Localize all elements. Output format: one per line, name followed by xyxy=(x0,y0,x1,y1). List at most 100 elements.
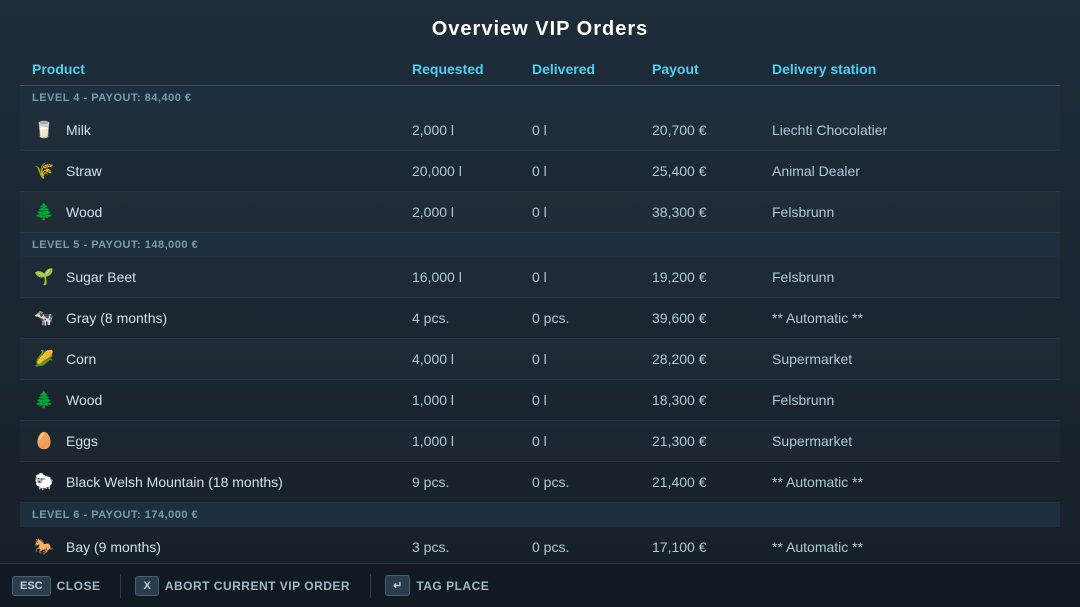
cell-requested: 9 pcs. xyxy=(412,474,532,490)
cell-delivered: 0 pcs. xyxy=(532,310,652,326)
cell-requested: 4 pcs. xyxy=(412,310,532,326)
table-row: 🥚 Eggs 1,000 l 0 l 21,300 € Supermarket xyxy=(20,421,1060,462)
cell-requested: 2,000 l xyxy=(412,122,532,138)
product-name: Straw xyxy=(66,163,102,179)
product-icon: 🌲 xyxy=(32,388,56,412)
table-row: 🐑 Black Welsh Mountain (18 months) 9 pcs… xyxy=(20,462,1060,503)
col-payout: Payout xyxy=(652,61,772,77)
product-name: Corn xyxy=(66,351,96,367)
product-cell: 🐑 Black Welsh Mountain (18 months) xyxy=(32,470,412,494)
table-row: 🥛 Milk 2,000 l 0 l 20,700 € Liechti Choc… xyxy=(20,110,1060,151)
cell-station: Animal Dealer xyxy=(772,163,1048,179)
cell-requested: 2,000 l xyxy=(412,204,532,220)
cell-requested: 1,000 l xyxy=(412,392,532,408)
product-cell: 🐄 Gray (8 months) xyxy=(32,306,412,330)
cell-station: Felsbrunn xyxy=(772,392,1048,408)
product-icon: 🥚 xyxy=(32,429,56,453)
main-container: Overview VIP Orders Product Requested De… xyxy=(0,0,1080,607)
bottom-separator xyxy=(370,574,371,598)
product-icon: 🌾 xyxy=(32,159,56,183)
level-header-0: LEVEL 4 - PAYOUT: 84,400 € xyxy=(20,86,1060,110)
cell-requested: 1,000 l xyxy=(412,433,532,449)
cell-payout: 21,400 € xyxy=(652,474,772,490)
col-product: Product xyxy=(32,61,412,77)
cell-requested: 16,000 l xyxy=(412,269,532,285)
bottom-bar: ESC CLOSE X ABORT CURRENT VIP ORDER ↵ TA… xyxy=(0,563,1080,607)
btn-label: TAG PLACE xyxy=(416,579,489,593)
btn-key: ESC xyxy=(12,576,51,596)
product-cell: 🐎 Bay (9 months) xyxy=(32,535,412,559)
product-name: Bay (9 months) xyxy=(66,539,161,555)
cell-delivered: 0 pcs. xyxy=(532,474,652,490)
cell-delivered: 0 l xyxy=(532,163,652,179)
cell-payout: 21,300 € xyxy=(652,433,772,449)
product-cell: 🥚 Eggs xyxy=(32,429,412,453)
btn-label: ABORT CURRENT VIP ORDER xyxy=(165,579,350,593)
product-name: Wood xyxy=(66,392,102,408)
cell-station: Felsbrunn xyxy=(772,204,1048,220)
cell-requested: 3 pcs. xyxy=(412,539,532,555)
table-row: 🌽 Corn 4,000 l 0 l 28,200 € Supermarket xyxy=(20,339,1060,380)
cell-delivered: 0 l xyxy=(532,351,652,367)
product-icon: 🥛 xyxy=(32,118,56,142)
cell-payout: 39,600 € xyxy=(652,310,772,326)
btn-key: X xyxy=(135,576,158,596)
cell-payout: 17,100 € xyxy=(652,539,772,555)
table-row: 🐎 Bay (9 months) 3 pcs. 0 pcs. 17,100 € … xyxy=(20,527,1060,560)
cell-station: ** Automatic ** xyxy=(772,310,1048,326)
cell-payout: 38,300 € xyxy=(652,204,772,220)
table-row: 🌲 Wood 2,000 l 0 l 38,300 € Felsbrunn xyxy=(20,192,1060,233)
cell-payout: 20,700 € xyxy=(652,122,772,138)
product-cell: 🥛 Milk xyxy=(32,118,412,142)
cell-delivered: 0 l xyxy=(532,433,652,449)
col-requested: Requested xyxy=(412,61,532,77)
product-name: Sugar Beet xyxy=(66,269,136,285)
cell-station: ** Automatic ** xyxy=(772,474,1048,490)
bottom-button-0[interactable]: ESC CLOSE xyxy=(12,576,116,596)
product-name: Wood xyxy=(66,204,102,220)
product-icon: 🐄 xyxy=(32,306,56,330)
cell-delivered: 0 l xyxy=(532,269,652,285)
table-row: 🐄 Gray (8 months) 4 pcs. 0 pcs. 39,600 €… xyxy=(20,298,1060,339)
cell-delivered: 0 l xyxy=(532,204,652,220)
bottom-button-1[interactable]: X ABORT CURRENT VIP ORDER xyxy=(135,576,366,596)
cell-station: Felsbrunn xyxy=(772,269,1048,285)
cell-requested: 20,000 l xyxy=(412,163,532,179)
product-name: Gray (8 months) xyxy=(66,310,167,326)
bottom-separator xyxy=(120,574,121,598)
cell-station: Liechti Chocolatier xyxy=(772,122,1048,138)
product-name: Black Welsh Mountain (18 months) xyxy=(66,474,283,490)
table-row: 🌲 Wood 1,000 l 0 l 18,300 € Felsbrunn xyxy=(20,380,1060,421)
btn-label: CLOSE xyxy=(57,579,101,593)
cell-station: Supermarket xyxy=(772,433,1048,449)
table-row: 🌾 Straw 20,000 l 0 l 25,400 € Animal Dea… xyxy=(20,151,1060,192)
cell-delivered: 0 pcs. xyxy=(532,539,652,555)
btn-key: ↵ xyxy=(385,575,410,596)
product-cell: 🌽 Corn xyxy=(32,347,412,371)
product-icon: 🌲 xyxy=(32,200,56,224)
page-title: Overview VIP Orders xyxy=(0,0,1080,53)
cell-delivered: 0 l xyxy=(532,392,652,408)
col-delivered: Delivered xyxy=(532,61,652,77)
cell-payout: 25,400 € xyxy=(652,163,772,179)
cell-delivered: 0 l xyxy=(532,122,652,138)
product-name: Eggs xyxy=(66,433,98,449)
table-wrapper: Product Requested Delivered Payout Deliv… xyxy=(20,53,1060,563)
level-header-2: LEVEL 6 - PAYOUT: 174,000 € xyxy=(20,503,1060,527)
cell-station: Supermarket xyxy=(772,351,1048,367)
product-name: Milk xyxy=(66,122,91,138)
table-header: Product Requested Delivered Payout Deliv… xyxy=(20,53,1060,86)
cell-requested: 4,000 l xyxy=(412,351,532,367)
table-scroll[interactable]: LEVEL 4 - PAYOUT: 84,400 € 🥛 Milk 2,000 … xyxy=(20,86,1060,560)
cell-station: ** Automatic ** xyxy=(772,539,1048,555)
product-cell: 🌲 Wood xyxy=(32,200,412,224)
cell-payout: 19,200 € xyxy=(652,269,772,285)
cell-payout: 18,300 € xyxy=(652,392,772,408)
product-icon: 🌱 xyxy=(32,265,56,289)
product-icon: 🌽 xyxy=(32,347,56,371)
product-icon: 🐎 xyxy=(32,535,56,559)
bottom-button-2[interactable]: ↵ TAG PLACE xyxy=(385,575,505,596)
cell-payout: 28,200 € xyxy=(652,351,772,367)
product-cell: 🌱 Sugar Beet xyxy=(32,265,412,289)
product-cell: 🌾 Straw xyxy=(32,159,412,183)
